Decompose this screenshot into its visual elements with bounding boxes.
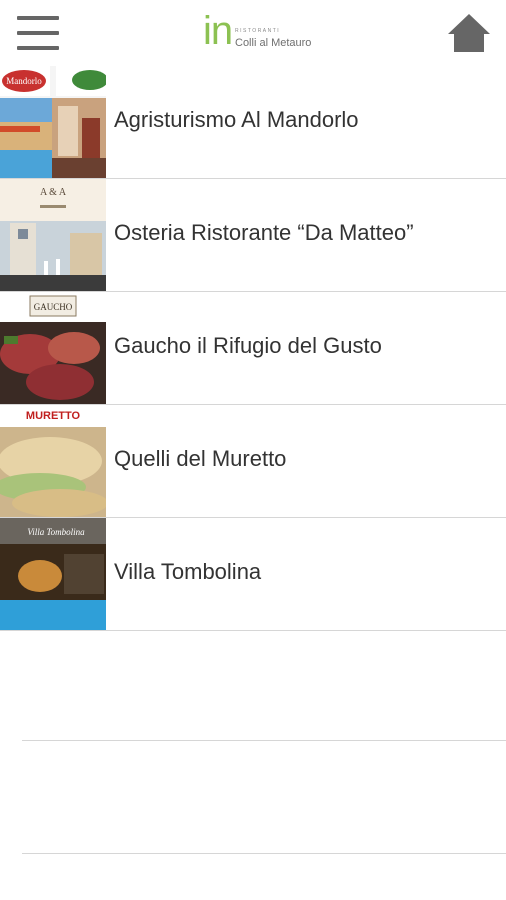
restaurant-thumbnail: MURETTO xyxy=(0,405,106,517)
restaurant-name: Villa Tombolina xyxy=(114,559,262,584)
restaurant-thumbnail: GAUCHO xyxy=(0,292,106,404)
hamburger-menu-icon[interactable] xyxy=(17,16,59,52)
restaurant-list: Mandorlo Agristurismo Al Mandorlo A & A xyxy=(0,66,506,631)
restaurant-thumbnail: Mandorlo xyxy=(0,66,106,178)
app-logo: in RISTORANTI Colli al Metauro xyxy=(203,9,323,54)
logo-mark: in xyxy=(203,9,233,53)
home-icon[interactable] xyxy=(446,12,492,54)
divider xyxy=(22,853,506,854)
list-item[interactable]: Villa Tombolina Villa Tombolina xyxy=(0,518,506,631)
restaurant-thumbnail: Villa Tombolina xyxy=(0,518,106,630)
thumb-logo-text: GAUCHO xyxy=(34,302,73,312)
list-item[interactable]: Mandorlo Agristurismo Al Mandorlo xyxy=(0,66,506,179)
svg-text:A & A: A & A xyxy=(40,187,67,198)
logo-subtitle: Colli al Metauro xyxy=(235,37,312,49)
restaurant-name: Agristurismo Al Mandorlo xyxy=(114,107,359,132)
list-item[interactable]: A & A Osteria Ristorante “Da Matteo” xyxy=(0,179,506,292)
restaurant-name: Osteria Ristorante “Da Matteo” xyxy=(114,220,414,245)
thumb-logo-text: Villa Tombolina xyxy=(27,527,85,537)
list-item[interactable]: MURETTO Quelli del Muretto xyxy=(0,405,506,518)
restaurant-name: Quelli del Muretto xyxy=(114,446,287,471)
top-bar: in RISTORANTI Colli al Metauro xyxy=(0,0,506,66)
restaurant-thumbnail: A & A xyxy=(0,179,106,291)
divider xyxy=(22,740,506,741)
list-item[interactable]: GAUCHO Gaucho il Rifugio del Gusto xyxy=(0,292,506,405)
restaurant-name: Gaucho il Rifugio del Gusto xyxy=(114,333,382,358)
thumb-logo-text: MURETTO xyxy=(26,410,81,422)
thumb-logo-text: Mandorlo xyxy=(6,76,42,86)
logo-small-text: RISTORANTI xyxy=(235,28,281,34)
